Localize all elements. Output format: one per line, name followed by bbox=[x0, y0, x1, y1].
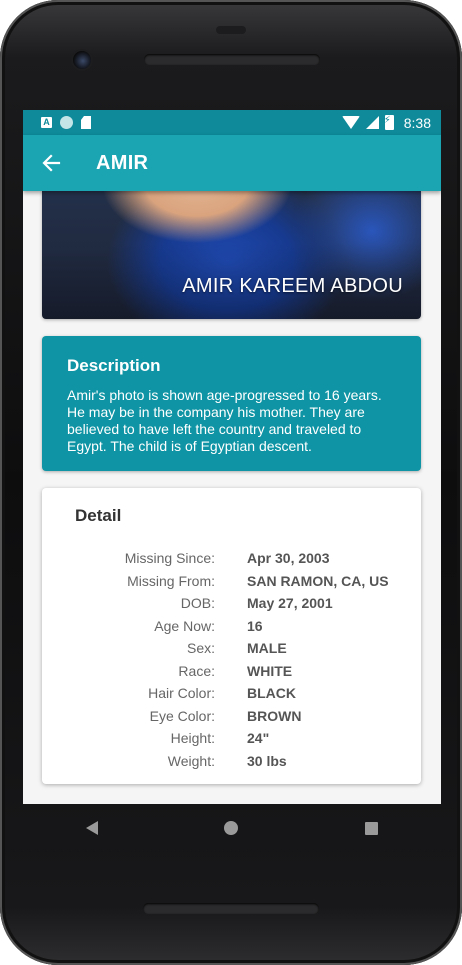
top-sensor bbox=[216, 26, 246, 34]
detail-value: SAN RAMON, CA, US bbox=[247, 572, 389, 589]
detail-row: Hair Color: BLACK bbox=[42, 682, 421, 705]
battery-charging-icon bbox=[384, 115, 394, 130]
system-nav-bar bbox=[23, 804, 441, 852]
back-triangle-icon[interactable] bbox=[86, 821, 99, 835]
detail-value: 16 bbox=[247, 617, 263, 634]
detail-row: Eye Color: BROWN bbox=[42, 705, 421, 728]
detail-label: Eye Color: bbox=[149, 707, 215, 724]
screen: A 8:38 AMIR AMIR KAREEM ABDOU bbox=[23, 110, 441, 804]
detail-value: Apr 30, 2003 bbox=[247, 550, 330, 567]
detail-value: BROWN bbox=[247, 707, 302, 724]
detail-row: Height: 24" bbox=[42, 727, 421, 750]
recents-square-icon[interactable] bbox=[364, 821, 378, 835]
arrow-left-icon[interactable] bbox=[23, 135, 79, 191]
detail-value: MALE bbox=[247, 640, 287, 657]
circle-notification-icon bbox=[60, 116, 73, 129]
detail-title: Detail bbox=[75, 506, 122, 525]
detail-value: BLACK bbox=[247, 685, 296, 702]
home-circle-icon[interactable] bbox=[224, 821, 239, 835]
description-title: Description bbox=[67, 356, 161, 375]
phone-frame: A 8:38 AMIR AMIR KAREEM ABDOU bbox=[0, 0, 462, 965]
detail-label: Height: bbox=[170, 730, 215, 747]
detail-row: Weight: 30 lbs bbox=[42, 750, 421, 773]
detail-label: Sex: bbox=[186, 640, 215, 657]
photo-image bbox=[42, 191, 421, 319]
status-bar: A 8:38 bbox=[23, 110, 441, 135]
detail-label: Race: bbox=[178, 662, 215, 679]
detail-row: DOB: May 27, 2001 bbox=[42, 592, 421, 615]
child-photo-card: AMIR KAREEM ABDOU bbox=[42, 191, 421, 319]
description-text: Amir's photo is shown age-progressed to … bbox=[67, 387, 382, 454]
detail-label: Missing From: bbox=[127, 572, 215, 589]
detail-row: Age Now: 16 bbox=[42, 615, 421, 638]
wifi-icon bbox=[341, 116, 360, 129]
status-notifications: A bbox=[41, 116, 91, 129]
arrow-left-icon-glyph bbox=[42, 154, 61, 172]
page-title: AMIR bbox=[96, 151, 149, 174]
detail-label: Weight: bbox=[167, 752, 215, 769]
detail-label: Hair Color: bbox=[148, 685, 215, 702]
cell-signal-icon bbox=[365, 116, 379, 129]
detail-card: Detail Missing Since: Apr 30, 2003 Missi… bbox=[42, 488, 421, 784]
detail-value: 24" bbox=[247, 730, 270, 747]
front-camera-icon bbox=[73, 51, 91, 69]
description-card: Description Amir's photo is shown age-pr… bbox=[42, 336, 421, 471]
sd-card-icon bbox=[81, 116, 91, 129]
detail-row: Missing From: SAN RAMON, CA, US bbox=[42, 570, 421, 593]
detail-label: DOB: bbox=[180, 595, 215, 612]
a-notification-icon: A bbox=[41, 117, 52, 128]
detail-value: May 27, 2001 bbox=[247, 595, 333, 612]
bottom-speaker bbox=[143, 903, 319, 914]
earpiece-speaker bbox=[144, 54, 320, 65]
status-system-icons: 8:38 bbox=[341, 114, 431, 131]
detail-label: Age Now: bbox=[154, 617, 215, 634]
detail-list: Missing Since: Apr 30, 2003 Missing From… bbox=[42, 547, 421, 772]
scroll-content[interactable]: AMIR KAREEM ABDOU Description Amir's pho… bbox=[23, 191, 441, 804]
detail-value: 30 lbs bbox=[247, 752, 287, 769]
detail-label: Missing Since: bbox=[124, 550, 215, 567]
photo-caption: AMIR KAREEM ABDOU bbox=[182, 275, 403, 297]
detail-row: Missing Since: Apr 30, 2003 bbox=[42, 547, 421, 570]
detail-row: Sex: MALE bbox=[42, 637, 421, 660]
app-bar: AMIR bbox=[23, 135, 441, 191]
detail-value: WHITE bbox=[247, 662, 293, 679]
status-time: 8:38 bbox=[403, 114, 431, 131]
detail-row: Race: WHITE bbox=[42, 660, 421, 683]
